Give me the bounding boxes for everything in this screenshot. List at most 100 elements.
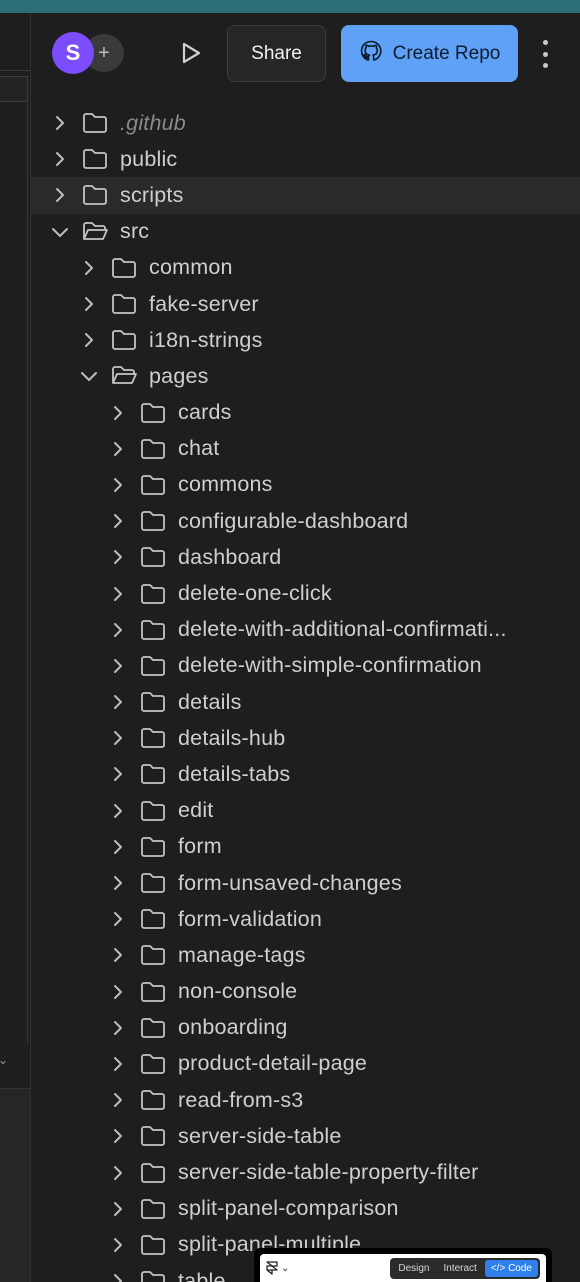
tree-folder-row[interactable]: scripts bbox=[31, 177, 580, 214]
tree-folder-row[interactable]: commons bbox=[31, 467, 580, 503]
editor-bottom-panel bbox=[0, 1088, 30, 1282]
tree-folder-row[interactable]: onboarding bbox=[31, 1010, 580, 1046]
tree-folder-label: src bbox=[120, 219, 150, 244]
chevron-right-icon[interactable] bbox=[108, 945, 128, 965]
folder-icon bbox=[111, 328, 139, 352]
tree-folder-row[interactable]: fake-server bbox=[31, 286, 580, 322]
chevron-right-icon[interactable] bbox=[108, 656, 128, 676]
chevron-right-icon[interactable] bbox=[108, 692, 128, 712]
folder-icon bbox=[140, 1161, 168, 1185]
create-repo-button[interactable]: Create Repo bbox=[341, 25, 518, 82]
tree-folder-row[interactable]: dashboard bbox=[31, 539, 580, 575]
tree-folder-row[interactable]: delete-with-additional-confirmati... bbox=[31, 612, 580, 648]
tree-folder-row[interactable]: edit bbox=[31, 793, 580, 829]
tree-folder-row[interactable]: form bbox=[31, 829, 580, 865]
tree-folder-row[interactable]: delete-with-simple-confirmation bbox=[31, 648, 580, 684]
folder-icon bbox=[140, 509, 168, 533]
tree-folder-row[interactable]: chat bbox=[31, 431, 580, 467]
chevron-right-icon[interactable] bbox=[108, 982, 128, 1002]
chevron-right-icon[interactable] bbox=[108, 1090, 128, 1110]
folder-icon bbox=[140, 401, 168, 425]
folder-icon bbox=[140, 799, 168, 823]
tree-folder-label: public bbox=[120, 146, 178, 171]
tree-folder-row[interactable]: form-unsaved-changes bbox=[31, 865, 580, 901]
mode-tab-interact[interactable]: Interact bbox=[437, 1260, 482, 1277]
folder-icon bbox=[82, 111, 110, 135]
tree-folder-label: details bbox=[178, 689, 242, 714]
folder-icon bbox=[140, 726, 168, 750]
chevron-right-icon[interactable] bbox=[79, 330, 99, 350]
tree-folder-label: onboarding bbox=[178, 1015, 288, 1040]
chevron-right-icon[interactable] bbox=[108, 1054, 128, 1074]
chevron-right-icon[interactable] bbox=[108, 620, 128, 640]
tree-folder-row[interactable]: details bbox=[31, 684, 580, 720]
chevron-right-icon[interactable] bbox=[108, 873, 128, 893]
chevron-right-icon[interactable] bbox=[79, 258, 99, 278]
tree-folder-row[interactable]: cards bbox=[31, 395, 580, 431]
chevron-right-icon[interactable] bbox=[108, 439, 128, 459]
tree-folder-row[interactable]: i18n-strings bbox=[31, 322, 580, 358]
tree-folder-row[interactable]: common bbox=[31, 250, 580, 286]
chevron-right-icon[interactable] bbox=[108, 511, 128, 531]
mode-tab-code[interactable]: </> Code bbox=[484, 1259, 538, 1277]
chevron-right-icon[interactable] bbox=[108, 547, 128, 567]
tree-folder-row[interactable]: manage-tags bbox=[31, 937, 580, 973]
chevron-right-icon[interactable] bbox=[108, 909, 128, 929]
folder-open-icon bbox=[111, 364, 139, 388]
user-avatar[interactable]: S bbox=[52, 32, 94, 74]
folder-open-icon bbox=[82, 220, 110, 244]
chevron-right-icon[interactable] bbox=[108, 837, 128, 857]
tree-folder-row[interactable]: .github bbox=[31, 105, 580, 141]
play-icon[interactable] bbox=[178, 40, 204, 66]
tree-folder-label: chat bbox=[178, 436, 220, 461]
chevron-right-icon[interactable] bbox=[108, 1163, 128, 1183]
tree-folder-row[interactable]: details-tabs bbox=[31, 756, 580, 792]
tree-folder-row[interactable]: configurable-dashboard bbox=[31, 503, 580, 539]
chevron-right-icon[interactable] bbox=[50, 185, 70, 205]
chevron-right-icon[interactable] bbox=[108, 1235, 128, 1255]
chevron-right-icon[interactable] bbox=[108, 584, 128, 604]
tree-folder-label: server-side-table-property-filter bbox=[178, 1160, 479, 1185]
chevron-right-icon[interactable] bbox=[108, 1271, 128, 1282]
chevron-right-icon[interactable] bbox=[50, 113, 70, 133]
tree-folder-label: i18n-strings bbox=[149, 327, 263, 352]
tree-folder-label: manage-tags bbox=[178, 942, 306, 967]
tree-folder-row[interactable]: server-side-table-property-filter bbox=[31, 1154, 580, 1190]
editor-input-edge[interactable] bbox=[0, 76, 28, 102]
tree-folder-label: read-from-s3 bbox=[178, 1087, 304, 1112]
chevron-right-icon[interactable] bbox=[108, 1018, 128, 1038]
tree-folder-row[interactable]: non-console bbox=[31, 974, 580, 1010]
framer-logo-icon[interactable]: ⌄ bbox=[266, 1261, 289, 1275]
chevron-right-icon[interactable] bbox=[108, 801, 128, 821]
tree-folder-row[interactable]: form-validation bbox=[31, 901, 580, 937]
tree-folder-row[interactable]: split-panel-comparison bbox=[31, 1191, 580, 1227]
chevron-right-icon[interactable] bbox=[108, 475, 128, 495]
folder-icon bbox=[140, 545, 168, 569]
chevron-right-icon[interactable] bbox=[108, 1199, 128, 1219]
share-button[interactable]: Share bbox=[227, 25, 326, 82]
tree-folder-row[interactable]: server-side-table bbox=[31, 1118, 580, 1154]
chevron-right-icon[interactable] bbox=[50, 149, 70, 169]
chevron-down-icon[interactable]: ⌄ bbox=[0, 1053, 8, 1067]
tree-folder-row[interactable]: read-from-s3 bbox=[31, 1082, 580, 1118]
tree-folder-row[interactable]: public bbox=[31, 141, 580, 177]
editor-pane-header bbox=[0, 13, 30, 71]
tree-folder-row[interactable]: pages bbox=[31, 358, 580, 394]
chevron-right-icon[interactable] bbox=[108, 764, 128, 784]
tree-folder-row[interactable]: product-detail-page bbox=[31, 1046, 580, 1082]
folder-icon bbox=[140, 871, 168, 895]
tree-folder-label: form-validation bbox=[178, 906, 322, 931]
chevron-right-icon[interactable] bbox=[108, 728, 128, 748]
chevron-down-icon[interactable] bbox=[50, 222, 70, 242]
chevron-right-icon[interactable] bbox=[108, 1126, 128, 1146]
chevron-right-icon[interactable] bbox=[108, 403, 128, 423]
tree-folder-label: scripts bbox=[120, 182, 184, 207]
chevron-right-icon[interactable] bbox=[79, 294, 99, 314]
tree-folder-row[interactable]: delete-one-click bbox=[31, 575, 580, 611]
tree-folder-row[interactable]: details-hub bbox=[31, 720, 580, 756]
tree-folder-row[interactable]: src bbox=[31, 214, 580, 250]
kebab-menu-icon[interactable] bbox=[536, 40, 554, 68]
chevron-down-icon[interactable] bbox=[79, 366, 99, 386]
mode-tab-design[interactable]: Design bbox=[392, 1260, 435, 1277]
tree-folder-label: fake-server bbox=[149, 291, 259, 316]
